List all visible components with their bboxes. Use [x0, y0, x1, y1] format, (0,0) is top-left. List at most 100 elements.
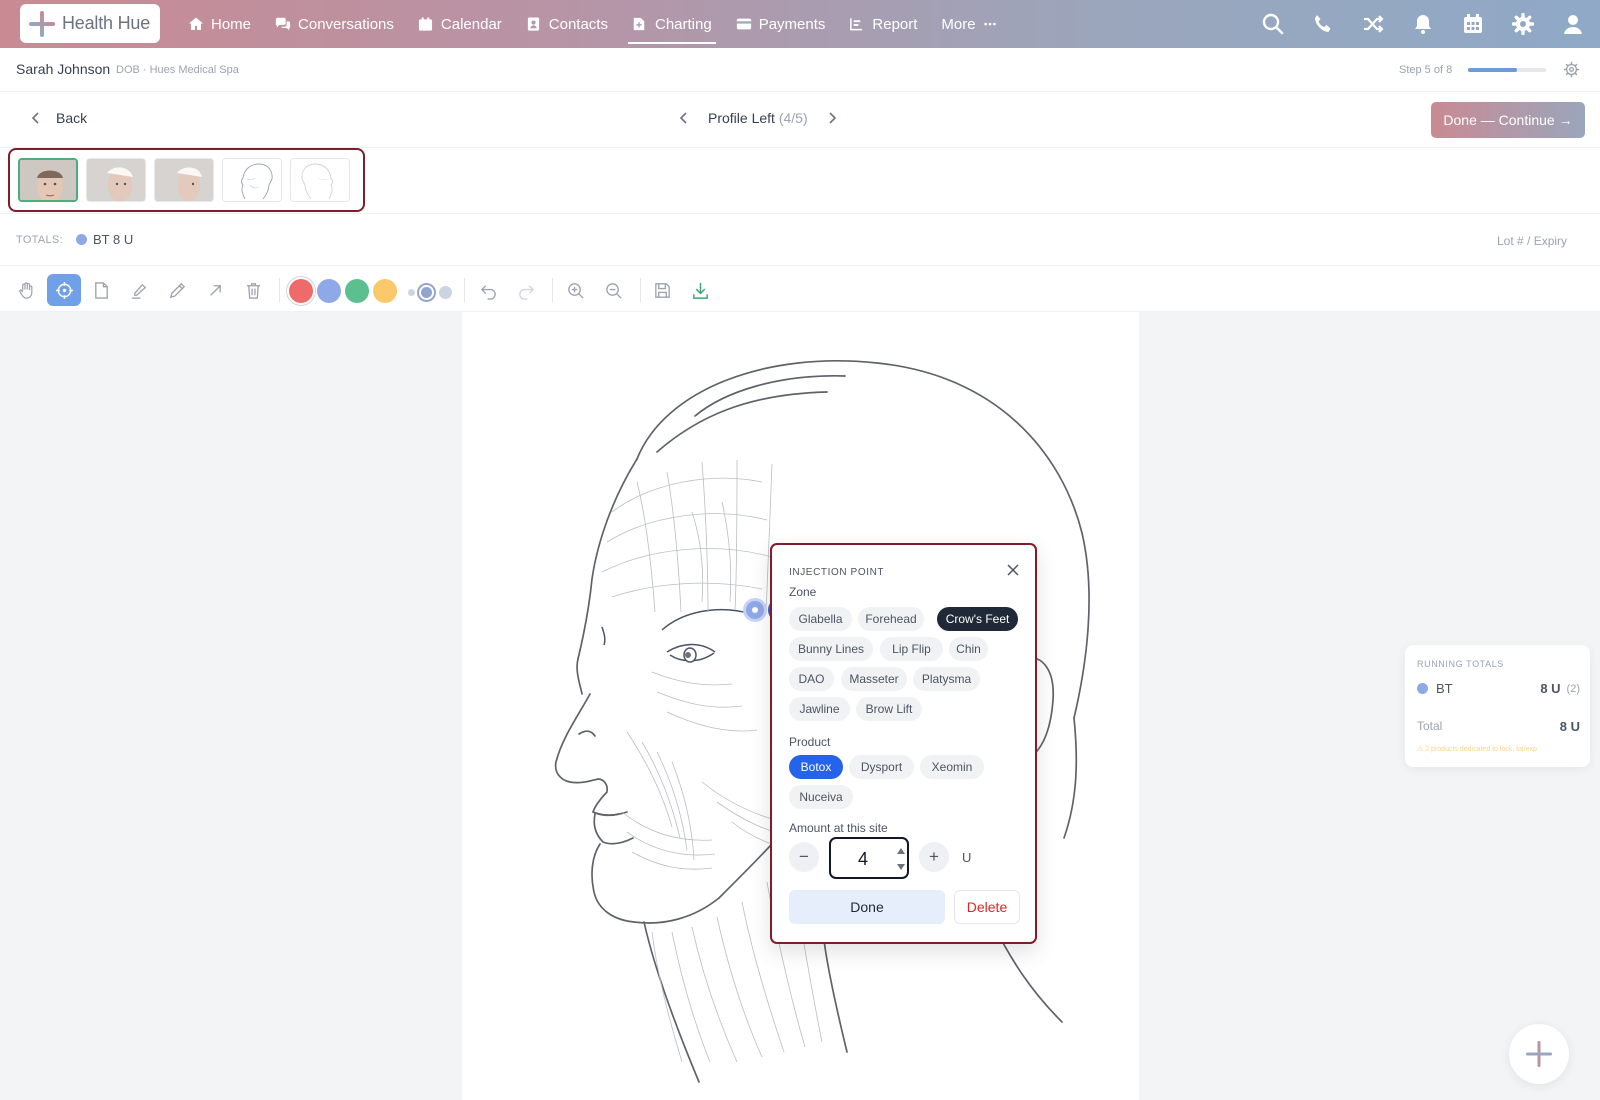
- brush-size-large[interactable]: [439, 286, 452, 299]
- product-chip-nuceiva[interactable]: Nuceiva: [789, 785, 853, 809]
- step-indicator: Step 5 of 8: [1399, 64, 1453, 76]
- view-header: Back Profile Left (4/5): [0, 92, 1600, 148]
- nav-calendar[interactable]: Calendar: [406, 0, 514, 48]
- highlighter-icon[interactable]: [122, 274, 156, 306]
- bell-icon[interactable]: [1412, 13, 1434, 35]
- amount-unit: U: [962, 850, 972, 865]
- nav-payments-label: Payments: [758, 15, 826, 33]
- popup-title: INJECTION POINT: [789, 567, 885, 578]
- spin-up-icon[interactable]: [897, 848, 905, 854]
- download-icon[interactable]: [683, 274, 717, 306]
- delete-button[interactable]: Delete: [954, 890, 1020, 924]
- done-continue-button[interactable]: Done — Continue →: [1431, 102, 1585, 138]
- logo-mark-icon: [1526, 1041, 1552, 1067]
- thumbnail-side-photo[interactable]: [154, 158, 214, 202]
- step-progress-fill: [1468, 68, 1517, 72]
- color-swatch-blue[interactable]: [317, 279, 341, 303]
- zone-chip-masseter[interactable]: Masseter: [841, 667, 907, 691]
- thumbnail-front-photo[interactable]: [18, 158, 78, 202]
- color-swatch-green[interactable]: [345, 279, 369, 303]
- product-chip-botox[interactable]: Botox: [789, 755, 843, 779]
- app-name: Health Hue: [62, 13, 151, 33]
- home-icon: [188, 16, 204, 32]
- lot-expiry-link[interactable]: Lot # / Expiry: [1497, 234, 1567, 248]
- app-logo[interactable]: Health Hue: [20, 4, 160, 43]
- injection-point-tool-icon[interactable]: [47, 274, 81, 306]
- product-chip-xeomin[interactable]: Xeomin: [920, 755, 984, 779]
- close-icon[interactable]: [1006, 563, 1020, 577]
- running-totals-panel: RUNNING TOTALS BT 8 U (2) Total 8 U ⚠ 2 …: [1405, 645, 1590, 767]
- nav-home[interactable]: Home: [176, 0, 263, 48]
- arrow-icon[interactable]: [198, 274, 232, 306]
- zone-chip-bunny-lines[interactable]: Bunny Lines: [789, 637, 873, 661]
- previous-view-icon[interactable]: [678, 112, 690, 124]
- pan-hand-icon[interactable]: [9, 274, 43, 306]
- color-swatch-red[interactable]: [289, 279, 313, 303]
- thumbnail-group: [8, 148, 365, 212]
- shuffle-icon[interactable]: [1362, 13, 1384, 35]
- increment-button[interactable]: +: [919, 842, 949, 872]
- chat-icon: [275, 16, 291, 32]
- nav-calendar-label: Calendar: [440, 15, 502, 33]
- nav-conversations[interactable]: Conversations: [263, 0, 406, 48]
- zone-chip-crows-feet[interactable]: Crow's Feet: [937, 607, 1018, 631]
- decrement-button[interactable]: −: [789, 842, 819, 872]
- save-icon[interactable]: [645, 274, 679, 306]
- redo-icon[interactable]: [509, 274, 543, 306]
- trash-icon[interactable]: [236, 274, 270, 306]
- spin-down-icon[interactable]: [897, 864, 905, 870]
- product-label: Product: [789, 735, 831, 749]
- search-icon[interactable]: [1262, 13, 1284, 35]
- nav-report[interactable]: Report: [837, 0, 929, 48]
- thumbnail-profile-sketch-right[interactable]: [290, 158, 350, 202]
- running-totals-row: BT 8 U (2): [1417, 681, 1580, 696]
- zone-chip-dao[interactable]: DAO: [789, 667, 834, 691]
- nav-more[interactable]: More: [929, 0, 1010, 48]
- zone-label: Zone: [789, 585, 817, 599]
- zone-chip-forehead[interactable]: Forehead: [858, 607, 924, 631]
- note-icon[interactable]: [84, 274, 118, 306]
- calendar-icon: [418, 16, 434, 32]
- product-chip-dysport[interactable]: Dysport: [849, 755, 914, 779]
- done-button[interactable]: Done: [789, 890, 945, 924]
- settings-gear-icon[interactable]: [1563, 61, 1580, 78]
- zone-chip-platysma[interactable]: Platysma: [913, 667, 980, 691]
- nav-payments[interactable]: Payments: [724, 0, 838, 48]
- undo-icon[interactable]: [471, 274, 505, 306]
- zoom-out-icon[interactable]: [596, 274, 630, 306]
- zone-chip-brow-lift[interactable]: Brow Lift: [856, 697, 922, 721]
- injection-marker-placed[interactable]: [743, 598, 767, 622]
- thumbnail-oblique-photo[interactable]: [86, 158, 146, 202]
- brush-size-medium[interactable]: [419, 285, 434, 300]
- back-button[interactable]: Back: [30, 110, 87, 126]
- nav-charting[interactable]: Charting: [620, 0, 724, 48]
- patient-name: Sarah Johnson: [16, 61, 111, 77]
- brush-size-small[interactable]: [408, 289, 415, 296]
- view-thumbnails: [0, 148, 1600, 214]
- user-icon[interactable]: [1562, 13, 1584, 35]
- zone-chip-glabella[interactable]: Glabella: [789, 607, 852, 631]
- botox-color-dot: [1417, 683, 1428, 694]
- botox-color-dot: [76, 234, 87, 245]
- zone-chip-jawline[interactable]: Jawline: [789, 697, 850, 721]
- contact-icon: [526, 16, 542, 32]
- gear-icon[interactable]: [1512, 13, 1534, 35]
- zoom-in-icon[interactable]: [558, 274, 592, 306]
- thumbnail-profile-sketch[interactable]: [222, 158, 282, 202]
- zone-chip-chin[interactable]: Chin: [949, 637, 988, 661]
- document-icon: [632, 16, 648, 32]
- nav-home-label: Home: [211, 15, 252, 33]
- zone-chip-lip-flip[interactable]: Lip Flip: [880, 637, 943, 661]
- assistant-fab-button[interactable]: [1509, 1024, 1569, 1084]
- phone-icon[interactable]: [1312, 13, 1334, 35]
- patient-meta: DOB · Hues Medical Spa: [116, 64, 239, 76]
- color-swatch-yellow[interactable]: [373, 279, 397, 303]
- amount-input[interactable]: 4: [829, 837, 909, 879]
- pencil-icon[interactable]: [160, 274, 194, 306]
- nav-contacts[interactable]: Contacts: [514, 0, 620, 48]
- next-view-icon[interactable]: [826, 112, 838, 124]
- calendar-icon[interactable]: [1462, 13, 1484, 35]
- running-total-value: 8 U: [1559, 719, 1580, 734]
- toolbar-divider: [640, 278, 641, 302]
- view-navigator: Profile Left (4/5): [678, 110, 838, 126]
